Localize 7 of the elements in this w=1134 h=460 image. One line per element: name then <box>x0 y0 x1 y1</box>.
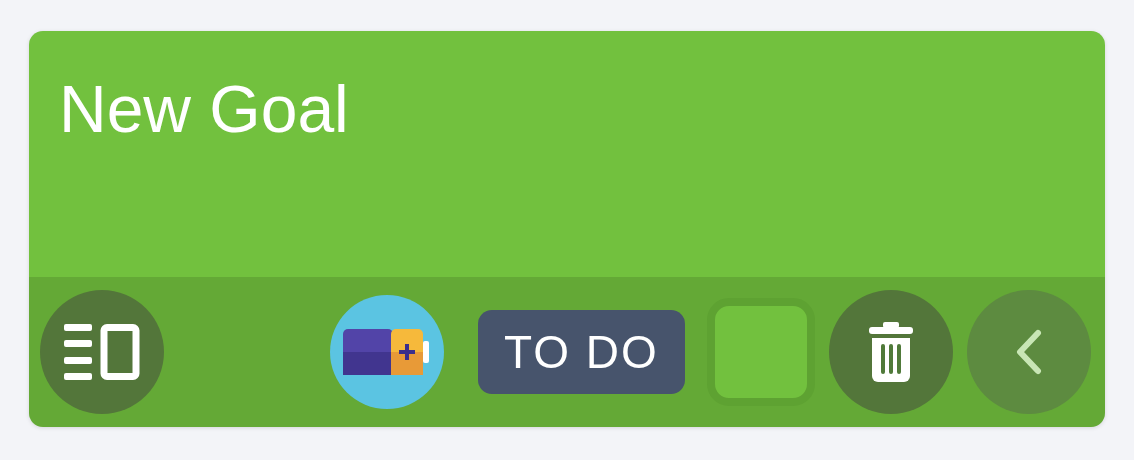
trash-icon <box>868 322 913 382</box>
list-panel-icon <box>64 324 140 380</box>
status-button[interactable]: TO DO <box>478 310 685 394</box>
chevron-left-icon <box>1015 329 1042 375</box>
battery-icon <box>343 329 431 375</box>
color-swatch[interactable] <box>706 298 815 406</box>
goal-title: New Goal <box>59 71 350 147</box>
